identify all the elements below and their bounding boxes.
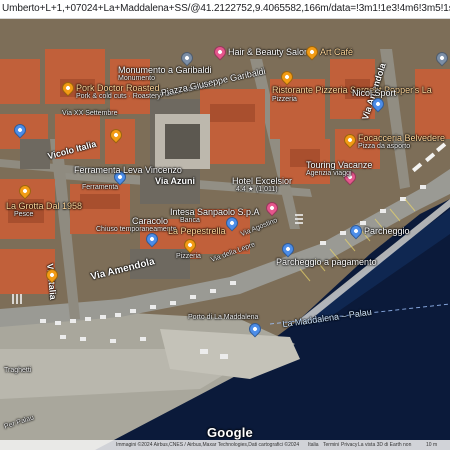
- footer-terms-link[interactable]: Termini: [323, 440, 339, 450]
- place-sublabel-caracolo: Chiuso temporaneamente: [96, 226, 177, 233]
- place-sublabel-touring: Agenzia viaggi: [306, 170, 352, 177]
- map-footer: Immagini ©2024 Airbus,CNES / Airbus,Maxa…: [0, 440, 450, 450]
- place-label-la-grotta[interactable]: La Grotta Dal 1958: [6, 201, 82, 211]
- place-sublabel-ferramenta: Ferramenta: [82, 184, 119, 191]
- imagery-credit: Immagini ©2024 Airbus,CNES / Airbus,Maxa…: [116, 442, 300, 448]
- google-logo: Google: [207, 425, 253, 440]
- place-label-pork[interactable]: Pork Doctor Roasted: [76, 83, 160, 93]
- place-label-focacceria[interactable]: Focacceria Belvedere: [358, 133, 445, 143]
- footer-italia-link[interactable]: Italia: [308, 440, 319, 450]
- place-label-hotel-excelsior[interactable]: Hotel Excelsior: [232, 176, 292, 186]
- road-label-via-azuni: Via Azuni: [155, 176, 196, 186]
- place-sublabel-grotta: Pesce: [14, 211, 34, 218]
- place-label-art-cafe[interactable]: Art Café: [320, 47, 353, 57]
- place-sublabel-pepestrella: Pizzeria: [176, 253, 201, 260]
- place-label-monumento[interactable]: Monumento a Garibaldi: [118, 65, 212, 75]
- place-sublabel-pork: Pork & cold cuts · Roastery: [76, 93, 161, 100]
- place-label-pepestrella[interactable]: La Pepestrella: [168, 226, 226, 236]
- place-label-caracolo[interactable]: Caracolo: [132, 216, 168, 226]
- scale-label: 10 m: [426, 442, 438, 448]
- place-sublabel-sergent: Pizzeria: [272, 96, 297, 103]
- place-label-nicol-sport[interactable]: Nicol Sport: [352, 88, 396, 98]
- place-label-intesa[interactable]: Intesa Sanpaolo S.p.A: [170, 207, 260, 217]
- place-label-parcheggio-pagamento[interactable]: Parcheggio a pagamento: [276, 257, 377, 267]
- address-bar[interactable]: Umberto+L+1,+07024+La+Maddalena+SS/@41.2…: [0, 0, 450, 19]
- place-sublabel-intesa: Banca: [180, 217, 200, 224]
- url-text: Umberto+L+1,+07024+La+Maddalena+SS/@41.2…: [2, 3, 450, 14]
- place-label-touring[interactable]: Touring Vacanze: [306, 160, 372, 170]
- footer-privacy-link[interactable]: Privacy: [341, 440, 357, 450]
- place-sublabel-hotel: 4.4 ★ (1,011): [236, 186, 278, 193]
- place-label-hair-beauty[interactable]: Hair & Beauty Salone: [228, 47, 314, 57]
- area-label-traghetti: Traghetti: [4, 367, 32, 374]
- place-label-parcheggio[interactable]: Parcheggio: [364, 226, 410, 236]
- place-label-ferramenta[interactable]: Ferramenta Leva Vincenzo: [74, 165, 182, 175]
- satellite-map[interactable]: Via Amendola Via Azuni Vicolo Italia Via…: [0, 19, 450, 450]
- footer-3d-notice: La vista 3D di Earth non: [358, 442, 412, 448]
- road-label-via-xx-settembre: Via XX Settembre: [62, 110, 118, 117]
- place-sublabel-monumento: Monumento: [118, 75, 155, 82]
- place-sublabel-focacceria: Pizza da asporto: [358, 143, 411, 150]
- area-label-porto: Porto di La Maddalena: [188, 314, 259, 321]
